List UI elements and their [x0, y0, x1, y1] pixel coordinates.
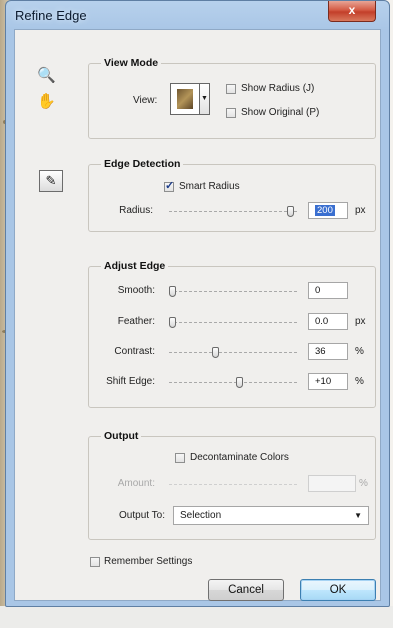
- show-original-label: Show Original (P): [241, 107, 320, 118]
- smooth-label: Smooth:: [117, 285, 155, 296]
- dialog-body: 🔍 ✋ ✎ View Mode View: ▼ Show Radius (J) …: [14, 29, 381, 601]
- feather-input[interactable]: 0.0: [308, 313, 348, 330]
- refine-radius-brush-icon[interactable]: ✎: [39, 170, 63, 192]
- view-label: View:: [133, 95, 158, 106]
- output-legend: Output: [101, 430, 142, 442]
- show-original-checkbox[interactable]: [226, 108, 236, 118]
- feather-slider-track[interactable]: [169, 322, 297, 325]
- radius-slider-thumb[interactable]: [287, 206, 294, 217]
- refine-edge-dialog: Refine Edge x 🔍 ✋ ✎ View Mode View: ▼ Sh…: [5, 0, 390, 607]
- edge-detection-group: Edge Detection ✓ Smart Radius Radius: 20…: [88, 158, 376, 232]
- shift-edge-label: Shift Edge:: [106, 376, 155, 387]
- contrast-slider-thumb[interactable]: [212, 347, 219, 358]
- show-radius-checkbox[interactable]: [226, 84, 236, 94]
- remember-settings-label: Remember Settings: [104, 556, 193, 567]
- contrast-slider-track[interactable]: [169, 352, 297, 355]
- radius-input[interactable]: 200: [308, 202, 348, 219]
- output-to-label: Output To:: [119, 510, 165, 521]
- close-button[interactable]: x: [328, 1, 376, 22]
- hand-icon[interactable]: ✋: [37, 92, 56, 110]
- feather-unit: px: [355, 316, 366, 327]
- dialog-title: Refine Edge: [15, 8, 87, 23]
- decontaminate-colors-checkbox[interactable]: [175, 453, 185, 463]
- output-to-select[interactable]: Selection ▼: [173, 506, 369, 525]
- smooth-input[interactable]: 0: [308, 282, 348, 299]
- amount-slider-track[interactable]: [169, 484, 297, 487]
- radius-label: Radius:: [119, 205, 153, 216]
- contrast-input[interactable]: 36: [308, 343, 348, 360]
- radius-slider-track[interactable]: [169, 211, 297, 214]
- view-mode-group: View Mode View: ▼ Show Radius (J) Show O…: [88, 57, 376, 139]
- adjust-edge-group: Adjust Edge Smooth: 0 Feather: 0.0 px Co…: [88, 260, 376, 408]
- amount-label: Amount:: [117, 478, 155, 489]
- smart-radius-checkbox[interactable]: ✓: [164, 180, 174, 192]
- output-to-value: Selection: [180, 510, 222, 521]
- ok-button[interactable]: OK: [300, 579, 376, 601]
- shift-edge-slider-thumb[interactable]: [236, 377, 243, 388]
- show-radius-label: Show Radius (J): [241, 83, 315, 94]
- smooth-slider-thumb[interactable]: [169, 286, 176, 297]
- view-mode-legend: View Mode: [101, 57, 162, 69]
- amount-unit: %: [359, 478, 368, 489]
- decontaminate-colors-label: Decontaminate Colors: [190, 452, 289, 463]
- amount-input[interactable]: [308, 475, 356, 492]
- feather-slider-thumb[interactable]: [169, 317, 176, 328]
- feather-label: Feather:: [117, 316, 155, 327]
- contrast-unit: %: [355, 346, 364, 357]
- view-mode-dropdown-arrow[interactable]: ▼: [200, 83, 210, 115]
- zoom-icon[interactable]: 🔍: [37, 66, 56, 84]
- view-mode-thumbnail[interactable]: [170, 83, 200, 115]
- edge-detection-legend: Edge Detection: [101, 158, 184, 170]
- radius-unit: px: [355, 205, 366, 216]
- background-bottom: [0, 606, 393, 628]
- contrast-label: Contrast:: [114, 346, 155, 357]
- smart-radius-label: Smart Radius: [179, 181, 240, 192]
- shift-edge-slider-track[interactable]: [169, 382, 297, 385]
- shift-edge-unit: %: [355, 376, 364, 387]
- shift-edge-input[interactable]: +10: [308, 373, 348, 390]
- cancel-button[interactable]: Cancel: [208, 579, 284, 601]
- smooth-slider-track[interactable]: [169, 291, 297, 294]
- output-group: Output Decontaminate Colors Amount: % Ou…: [88, 430, 376, 540]
- chevron-down-icon: ▼: [354, 511, 362, 520]
- adjust-edge-legend: Adjust Edge: [101, 260, 169, 272]
- remember-settings-checkbox[interactable]: [90, 557, 100, 567]
